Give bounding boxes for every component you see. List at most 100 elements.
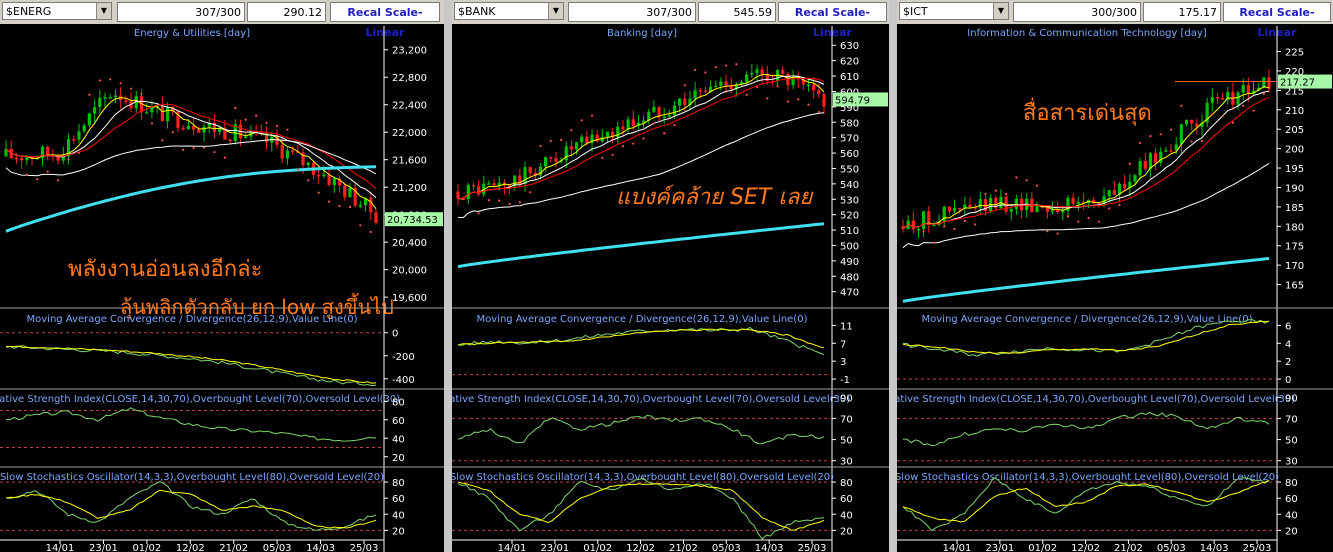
sar-dot <box>213 150 216 154</box>
indicator-title: Moving Average Convergence / Divergence(… <box>27 314 358 325</box>
candle-body <box>631 119 635 126</box>
date-tick-label: 01/02 <box>583 543 612 552</box>
date-tick-label: 01/02 <box>1028 543 1057 552</box>
price-tick-label: 550 <box>840 164 859 175</box>
sar-dot <box>1128 162 1131 165</box>
price-tick-label: 580 <box>840 118 859 129</box>
indicator-tick-label: 80 <box>392 478 405 489</box>
indicator-line-main <box>902 412 1270 447</box>
sar-dot <box>67 158 70 161</box>
candle-body <box>626 119 630 130</box>
price-tick-label: 175 <box>1285 242 1304 253</box>
sar-dot <box>244 118 247 121</box>
sar-dot <box>776 85 779 88</box>
price-tick-label: 490 <box>840 257 859 268</box>
candle-body <box>202 126 206 133</box>
candle-body <box>1107 190 1111 197</box>
panel-divider[interactable] <box>444 0 452 552</box>
price-tick-label: 610 <box>840 72 859 83</box>
candle-body <box>466 184 470 200</box>
indicator-tick-label: 0 <box>1285 375 1291 386</box>
candle-body <box>192 125 196 130</box>
candle-body <box>745 74 749 82</box>
sar-dot <box>1097 220 1100 223</box>
candle-body <box>332 178 336 185</box>
ma-trend-line <box>5 165 377 233</box>
indicator-tick-label: -200 <box>392 352 415 363</box>
indicator-title: Moving Average Convergence / Divergence(… <box>477 314 808 325</box>
candle-body <box>1148 153 1153 169</box>
candle-body <box>1210 97 1214 103</box>
candle-body <box>487 183 491 185</box>
panel-divider[interactable] <box>889 0 897 552</box>
candle-body <box>1184 119 1189 125</box>
price-tick-label: 540 <box>840 180 859 191</box>
sar-dot <box>88 93 91 96</box>
sar-dot <box>192 146 195 149</box>
date-tick-label: 12/02 <box>1071 543 1100 552</box>
price-tick-label: 21,600 <box>392 156 427 167</box>
candle-body <box>693 90 697 99</box>
candle-body <box>285 150 290 159</box>
candle-body <box>621 126 625 130</box>
price-tick-label: 22,000 <box>392 128 427 139</box>
chart-panel-energy[interactable]: $ENERG ▼ 307/300 290.12 Recal Scale-Linea… <box>0 0 444 552</box>
candle-body <box>765 74 769 81</box>
price-tick-label: 23,200 <box>392 46 427 57</box>
sar-dot <box>974 223 977 226</box>
price-tick-label: 20,000 <box>392 266 427 277</box>
sar-dot <box>1118 203 1121 206</box>
candle-body <box>1190 119 1194 124</box>
candle-body <box>280 144 284 159</box>
price-tick-label: 560 <box>840 149 859 160</box>
candle-body <box>755 69 759 73</box>
sar-dot <box>663 132 666 135</box>
sar-dot <box>1066 215 1070 218</box>
sar-dot <box>1231 121 1235 124</box>
sar-dot <box>1211 113 1214 116</box>
indicator-tick-label: 4 <box>1285 339 1291 350</box>
indicator-tick-label: -1 <box>840 375 850 386</box>
candle-body <box>724 81 728 86</box>
date-tick-label: 01/02 <box>132 543 161 552</box>
sar-dot <box>932 241 936 244</box>
candle-body <box>471 184 476 187</box>
indicator-tick-label: 50 <box>1285 436 1298 447</box>
date-tick-label: 14/01 <box>46 543 75 552</box>
indicator-tick-label: 11 <box>840 321 853 332</box>
candle-body <box>1071 197 1075 204</box>
sar-dot <box>570 129 573 132</box>
ma-slow-line <box>457 77 825 200</box>
candle-body <box>228 139 232 142</box>
indicator-line-main <box>902 476 1270 532</box>
price-tick-label: 170 <box>1285 261 1304 272</box>
indicator-tick-label: 40 <box>392 434 405 445</box>
candle-body <box>569 146 574 150</box>
sar-dot <box>1262 92 1265 96</box>
indicator-tick-label: 60 <box>840 494 853 505</box>
sar-dot <box>487 199 491 202</box>
sar-dot <box>1180 104 1183 107</box>
ma-trend-line <box>457 222 825 269</box>
indicator-tick-label: 60 <box>1285 494 1298 505</box>
sar-dot <box>508 202 511 206</box>
chart-panel-banking[interactable]: $BANK ▼ 307/300 545.59 Recal Scale-Linear… <box>452 0 889 552</box>
sar-dot <box>98 79 101 82</box>
sar-dot <box>755 86 759 89</box>
sar-dot <box>202 146 206 149</box>
indicator-title: Moving Average Convergence / Divergence(… <box>922 314 1253 325</box>
date-tick-label: 14/01 <box>498 543 527 552</box>
candle-body <box>703 90 708 93</box>
sar-dot <box>1004 192 1008 196</box>
indicator-tick-label: 7 <box>840 339 846 350</box>
indicator-tick-label: 20 <box>392 453 405 464</box>
sar-dot <box>1087 216 1090 220</box>
sar-dot <box>477 212 480 215</box>
candle-body <box>812 84 816 91</box>
sar-dot <box>559 138 563 141</box>
sar-dot <box>724 64 728 67</box>
sar-dot <box>807 103 810 106</box>
candle-body <box>1246 85 1250 94</box>
indicator-tick-label: 40 <box>840 510 853 521</box>
chart-panel-ict[interactable]: $ICT ▼ 300/300 175.17 Recal Scale-Linear … <box>897 0 1333 552</box>
